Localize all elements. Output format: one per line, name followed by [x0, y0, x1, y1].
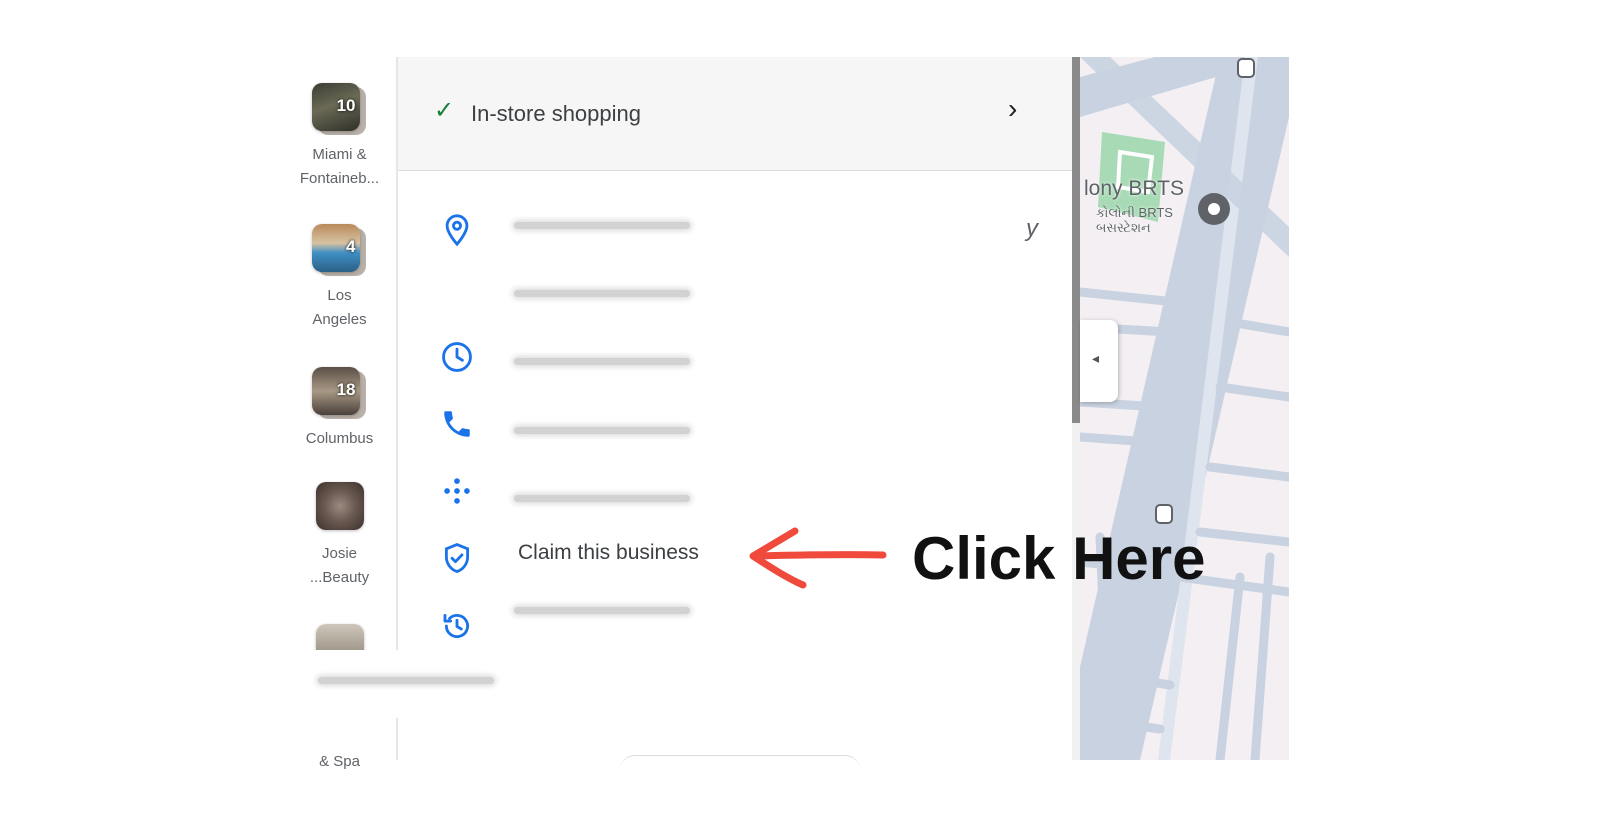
collapse-arrow-icon: ◂ — [1092, 350, 1100, 366]
clock-icon — [442, 342, 472, 372]
recent-label: Miami & — [312, 146, 367, 163]
verified-shield-icon — [444, 543, 470, 573]
redacted-text — [318, 677, 494, 684]
recent-label: ...Beauty — [309, 569, 370, 586]
map-station-label: lony BRTS — [1084, 177, 1184, 200]
collapse-panel-button[interactable]: ◂ — [1080, 320, 1118, 402]
plus-code-icon — [444, 478, 470, 504]
recent-thumbnail: 4 — [311, 224, 368, 278]
recent-count-badge: 10 — [336, 96, 356, 115]
hours-redacted[interactable] — [514, 358, 690, 365]
in-store-shopping-label: In-store shopping — [471, 101, 641, 126]
history-icon — [443, 613, 469, 639]
click-here-annotation: Click Here — [912, 525, 1206, 592]
recent-label: Fontaineb... — [299, 170, 380, 187]
recent-label: & Spa — [319, 753, 360, 770]
recent-label: Columbus — [305, 430, 374, 447]
recent-label: Angeles — [312, 311, 367, 328]
panel-scrollbar[interactable] — [1072, 57, 1080, 760]
recent-thumbnail: 10 — [311, 83, 368, 137]
address-overflow-text: y — [1026, 215, 1038, 242]
map-view[interactable] — [1080, 57, 1289, 760]
recent-count-badge: 4 — [346, 237, 356, 256]
history-redacted[interactable] — [514, 607, 690, 614]
phone-icon — [444, 411, 470, 437]
scrollbar-thumb[interactable] — [1072, 57, 1080, 423]
map-roads — [1080, 57, 1289, 760]
in-store-shopping-row[interactable]: ✓ In-store shopping › — [398, 57, 1072, 171]
redaction-block — [300, 650, 710, 718]
plus-code-redacted[interactable] — [514, 495, 690, 502]
address-line-2-redacted[interactable] — [514, 290, 690, 297]
claim-this-business-link[interactable]: Claim this business — [518, 541, 699, 565]
red-arrow-annotation — [749, 527, 887, 589]
location-pin-icon — [445, 214, 469, 247]
address-line-1-redacted[interactable] — [514, 222, 690, 229]
recent-item-columbus[interactable]: 18 Columbus — [292, 367, 387, 451]
recent-item-los-angeles[interactable]: 4 Los Angeles — [292, 224, 387, 332]
recent-thumbnail: 18 — [311, 367, 368, 421]
chevron-right-icon[interactable]: › — [1008, 95, 1017, 123]
map-station-label-local: કોલોની BRTS બસસ્ટેશન — [1096, 205, 1173, 235]
recent-thumbnail — [312, 482, 368, 536]
recent-item-miami[interactable]: 10 Miami & Fontaineb... — [292, 83, 387, 191]
recent-label: Josie — [321, 545, 358, 562]
phone-redacted[interactable] — [514, 427, 690, 434]
recent-label: Los — [327, 287, 352, 304]
bottom-button-outline[interactable] — [620, 755, 860, 770]
recent-item-josie-beauty[interactable]: Josie ...Beauty — [292, 482, 387, 590]
checkmark-icon: ✓ — [434, 97, 455, 124]
recent-count-badge: 18 — [336, 380, 356, 399]
